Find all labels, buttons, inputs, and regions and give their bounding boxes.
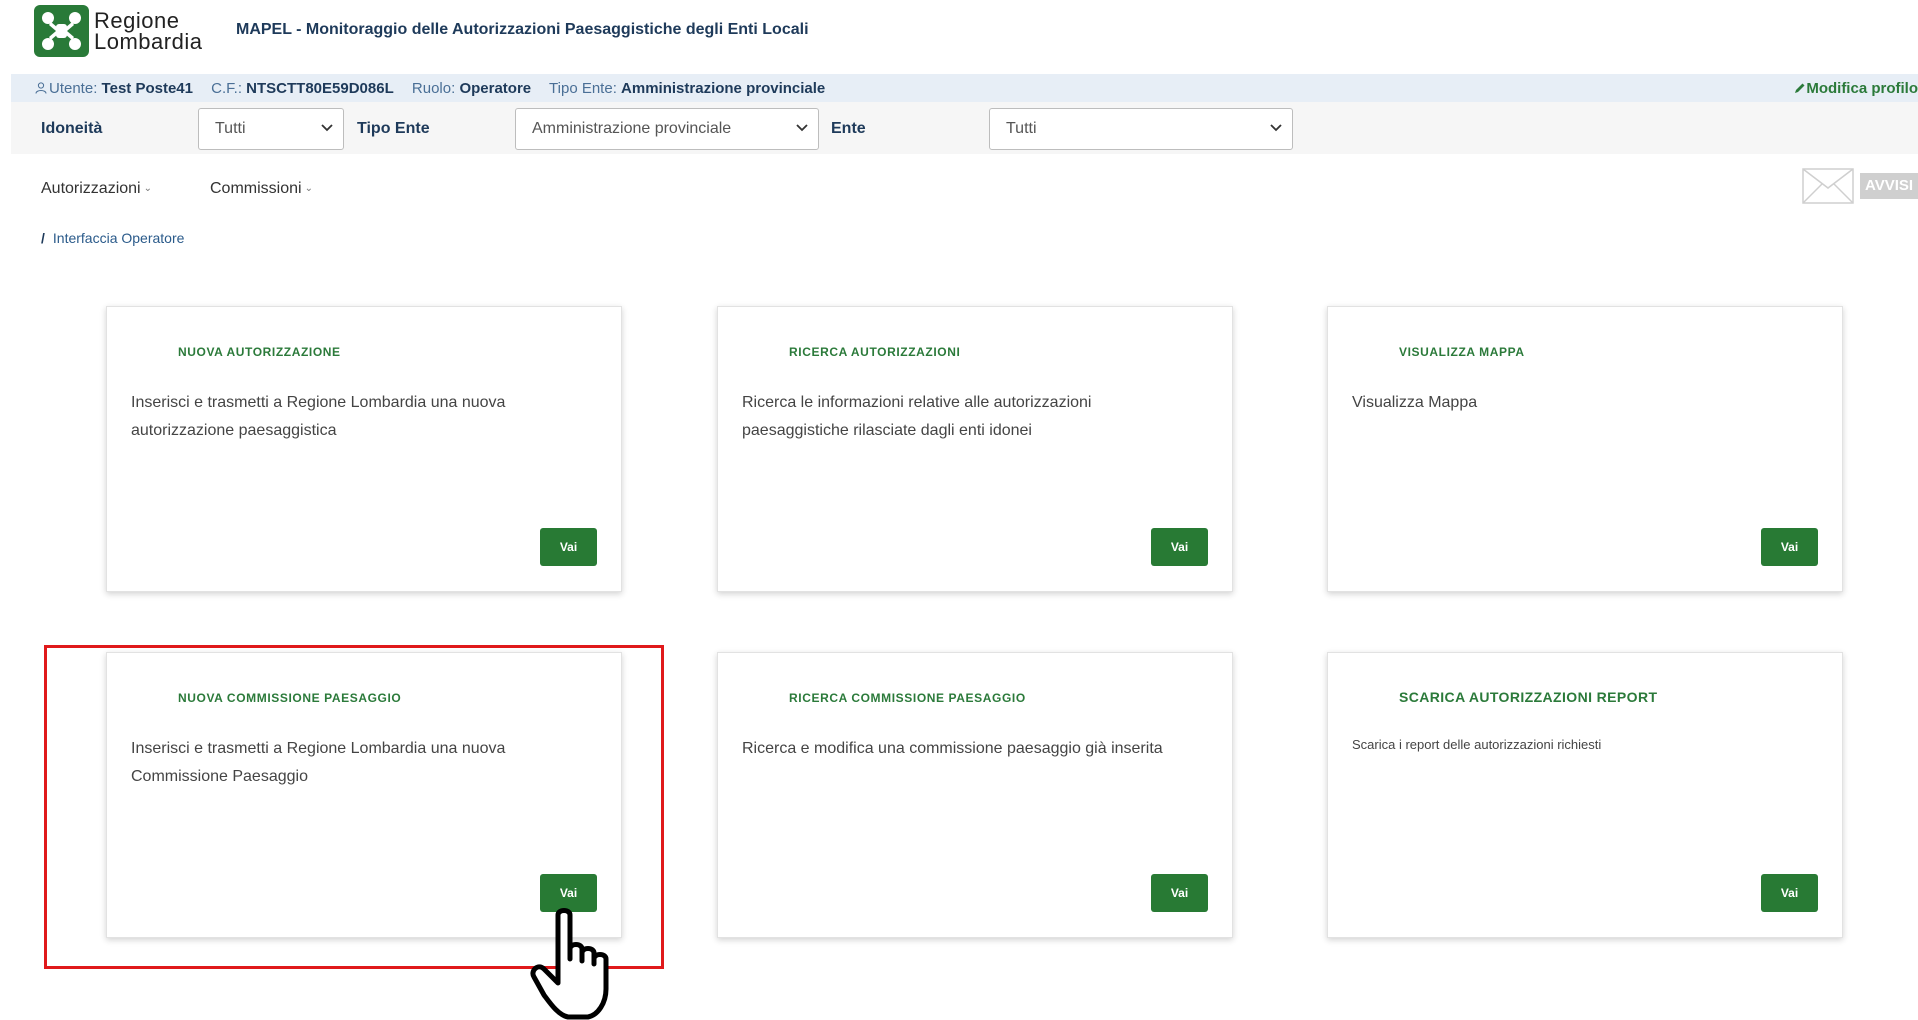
idoneita-label: Idoneità: [41, 120, 103, 137]
vai-button[interactable]: Vai: [1151, 874, 1208, 912]
ente-label: Ente: [831, 120, 866, 137]
card-description: Inserisci e trasmetti a Regione Lombardi…: [131, 394, 506, 439]
card-ricerca-commissione-paesaggio: RICERCA COMMISSIONE PAESAGGIO Ricerca e …: [717, 652, 1233, 938]
envelope-icon: [1802, 168, 1854, 204]
user-label: Utente:: [49, 80, 98, 97]
filter-bar: Idoneità Tutti Tipo Ente Amministrazione…: [11, 102, 1918, 154]
ente-type-label: Tipo Ente:: [549, 80, 617, 97]
vai-button[interactable]: Vai: [1761, 874, 1818, 912]
edit-profile-link[interactable]: Modifica profilo: [1794, 80, 1918, 97]
chevron-down-icon: [321, 124, 333, 132]
avvisi-label: AVVISI: [1860, 173, 1918, 199]
ente-select[interactable]: Tutti: [989, 108, 1293, 150]
tipo-ente-label: Tipo Ente: [357, 120, 430, 137]
card-title: SCARICA AUTORIZZAZIONI REPORT: [1399, 689, 1658, 705]
user-icon: [35, 82, 47, 94]
nav-commissioni-label: Commissioni: [210, 180, 302, 197]
card-nuova-commissione-paesaggio: NUOVA COMMISSIONE PAESAGGIO Inserisci e …: [106, 652, 622, 938]
app-title: MAPEL - Monitoraggio delle Autorizzazion…: [236, 21, 809, 38]
avvisi-button[interactable]: AVVISI: [1802, 168, 1918, 206]
nav-autorizzazioni[interactable]: Autorizzazioni ⌄: [41, 180, 152, 198]
card-title: NUOVA COMMISSIONE PAESAGGIO: [178, 691, 402, 705]
card-description: Visualizza Mappa: [1352, 394, 1478, 411]
header: Regione Lombardia MAPEL - Monitoraggio d…: [0, 0, 1918, 74]
logo-text: Regione Lombardia: [94, 8, 203, 54]
card-description: Inserisci e trasmetti a Regione Lombardi…: [131, 740, 506, 785]
nav-commissioni[interactable]: Commissioni ⌄: [210, 180, 313, 198]
user-info-bar: Utente: Test Poste41 C.F.: NTSCTT80E59D0…: [11, 74, 1918, 102]
ente-select-value: Tutti: [1006, 120, 1037, 137]
card-visualizza-mappa: VISUALIZZA MAPPA Visualizza Mappa Vai: [1327, 306, 1843, 592]
card-title: NUOVA AUTORIZZAZIONE: [178, 345, 341, 359]
card-description: Ricerca e modifica una commissione paesa…: [742, 740, 1163, 757]
card-description: Scarica i report delle autorizzazioni ri…: [1352, 737, 1602, 752]
edit-profile-label: Modifica profilo: [1806, 80, 1918, 97]
vai-button[interactable]: Vai: [1151, 528, 1208, 566]
breadcrumb: / Interfaccia Operatore: [41, 230, 184, 246]
user-value: Test Poste41: [101, 80, 193, 97]
chevron-down-icon: ⌄: [304, 183, 313, 194]
card-scarica-autorizzazioni-report: SCARICA AUTORIZZAZIONI REPORT Scarica i …: [1327, 652, 1843, 938]
role-label: Ruolo:: [411, 80, 456, 97]
card-nuova-autorizzazione: NUOVA AUTORIZZAZIONE Inserisci e trasmet…: [106, 306, 622, 592]
breadcrumb-current[interactable]: Interfaccia Operatore: [53, 230, 185, 246]
card-ricerca-autorizzazioni: RICERCA AUTORIZZAZIONI Ricerca le inform…: [717, 306, 1233, 592]
regione-lombardia-logo-icon[interactable]: [34, 5, 89, 57]
tipo-ente-select[interactable]: Amministrazione provinciale: [515, 108, 819, 150]
cf-label: C.F.:: [211, 80, 242, 97]
pencil-icon: [1795, 83, 1805, 93]
logo-line-2: Lombardia: [94, 29, 203, 54]
card-title: VISUALIZZA MAPPA: [1399, 345, 1525, 359]
card-title: RICERCA AUTORIZZAZIONI: [789, 345, 961, 359]
breadcrumb-separator: /: [41, 230, 45, 246]
idoneita-select-value: Tutti: [215, 120, 246, 137]
vai-button[interactable]: Vai: [540, 528, 597, 566]
chevron-down-icon: ⌄: [143, 183, 152, 194]
card-title: RICERCA COMMISSIONE PAESAGGIO: [789, 691, 1026, 705]
card-description: Ricerca le informazioni relative alle au…: [742, 394, 1092, 439]
cf-value: NTSCTT80E59D086L: [246, 80, 394, 97]
chevron-down-icon: [796, 124, 808, 132]
nav-autorizzazioni-label: Autorizzazioni: [41, 180, 141, 197]
ente-type-value: Amministrazione provinciale: [621, 80, 826, 97]
tipo-ente-select-value: Amministrazione provinciale: [532, 120, 732, 137]
vai-button[interactable]: Vai: [1761, 528, 1818, 566]
chevron-down-icon: [1270, 124, 1282, 132]
idoneita-select[interactable]: Tutti: [198, 108, 344, 150]
role-value: Operatore: [459, 80, 532, 97]
logo-line-1: Regione: [94, 8, 180, 33]
vai-button[interactable]: Vai: [540, 874, 597, 912]
